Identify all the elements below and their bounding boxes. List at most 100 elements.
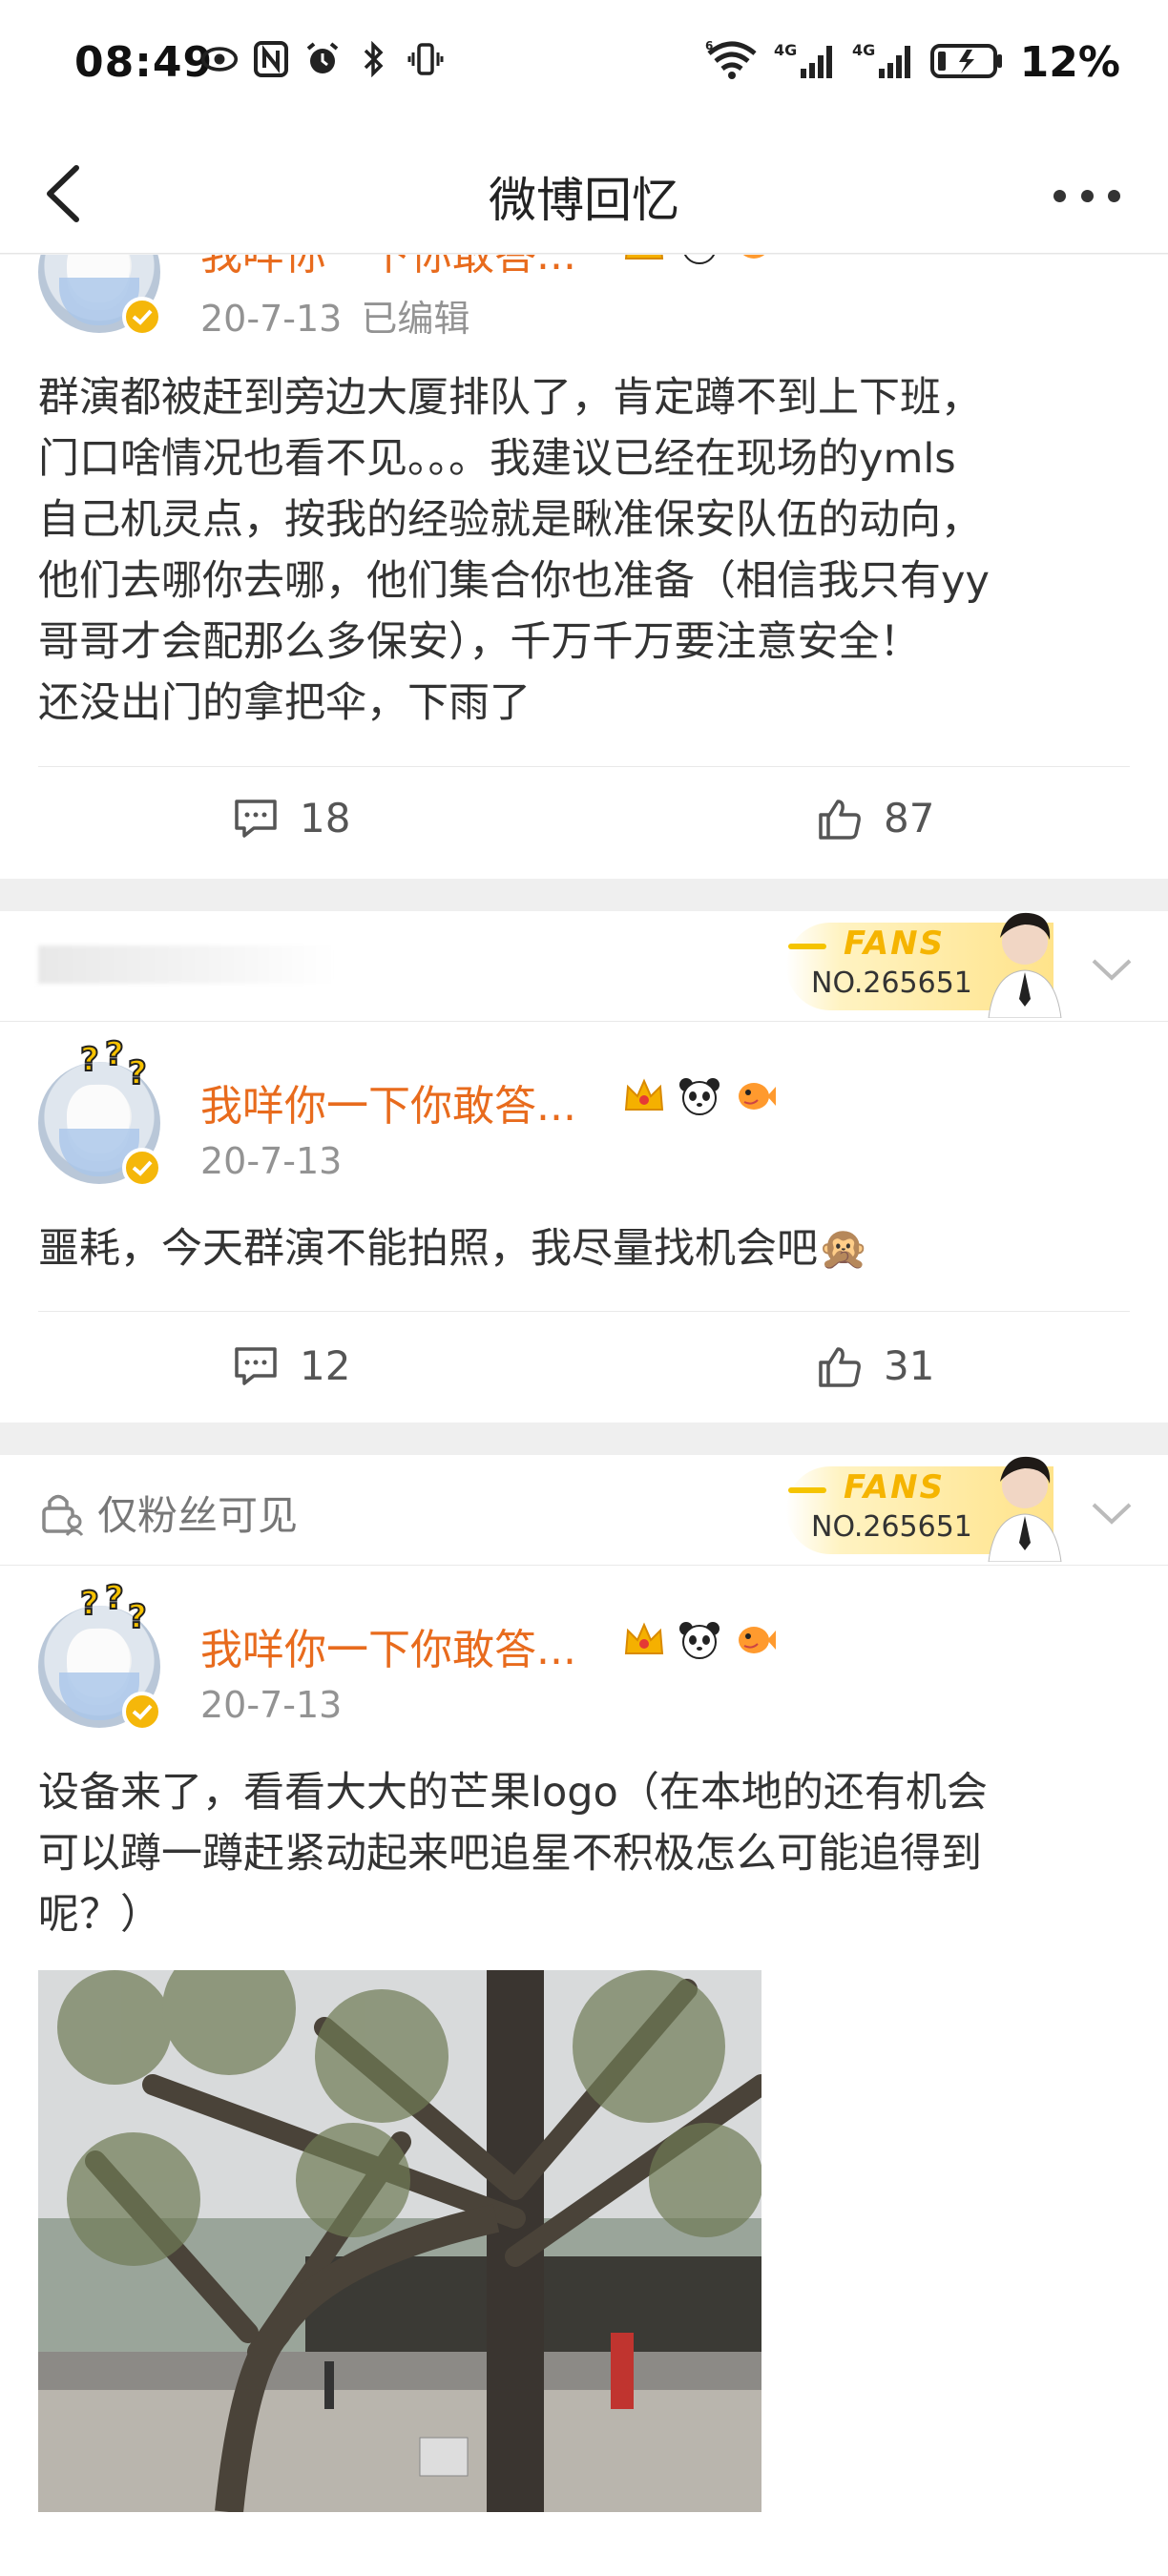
post-date: 20-7-13 — [200, 1140, 343, 1182]
text-line: 可以蹲一蹲赶紧动起来吧追星不积极怎么可能追得到 — [38, 1830, 982, 1878]
svg-text:4G: 4G — [852, 41, 875, 59]
post-date: 20-7-13 — [200, 1684, 343, 1726]
privacy-text: 仅粉丝可见 — [97, 1492, 299, 1539]
panda-icon — [676, 1075, 723, 1117]
question-mark-icon: ? — [104, 1034, 125, 1074]
vibrate-icon — [407, 40, 445, 78]
like-count: 31 — [884, 1342, 935, 1389]
like-count: 87 — [884, 795, 935, 841]
fish-icon — [731, 255, 779, 266]
fans-word: FANS — [844, 1468, 946, 1506]
text-line: 群演都被赶到旁边大厦排队了，肯定蹲不到上下班， — [38, 374, 982, 422]
divider — [38, 1311, 1130, 1312]
post-card-2[interactable]: ? ? ? 我咩你一下你敢答... 20-7-13 噩耗，今天群演不能拍照，我尽… — [0, 1022, 1168, 1423]
fish-icon — [731, 1619, 779, 1661]
post-photo[interactable] — [38, 1970, 761, 2512]
verified-badge-icon — [122, 297, 162, 337]
comment-icon — [235, 1346, 277, 1385]
status-icons-right: 6 4G 4G 12% — [705, 38, 1120, 87]
bluetooth-icon — [355, 40, 393, 78]
fish-icon — [731, 1075, 779, 1117]
panda-icon — [676, 255, 723, 266]
eye-icon — [200, 40, 239, 78]
page-title: 微博回忆 — [489, 173, 679, 228]
privacy-label: 仅粉丝可见 — [38, 1484, 298, 1542]
panda-icon — [676, 1619, 723, 1661]
post-time: 20-7-13 已编辑 — [200, 289, 469, 342]
edited-label: 已编辑 — [361, 298, 470, 340]
lock-person-icon — [42, 1494, 84, 1536]
fans-word: FANS — [844, 924, 946, 963]
more-button[interactable] — [1053, 181, 1120, 210]
more-dot — [1108, 189, 1120, 202]
post-time: 20-7-13 — [200, 1684, 342, 1726]
fans-person-icon — [988, 1456, 1062, 1562]
wifi-icon: 6 — [705, 39, 759, 86]
post-time: 20-7-13 — [200, 1140, 342, 1182]
thumbs-up-icon — [819, 799, 861, 840]
more-dot — [1080, 189, 1094, 202]
comment-button[interactable]: 12 — [233, 1342, 350, 1389]
more-dot — [1053, 189, 1066, 202]
username[interactable]: 我咩你一下你敢答... — [200, 1071, 576, 1132]
crown-icon — [620, 1619, 668, 1661]
question-mark-icon: ? — [79, 1584, 100, 1624]
fans-dash — [788, 944, 826, 949]
comment-count: 18 — [300, 795, 351, 841]
post-text: 设备来了，看看大大的芒果logo（在本地的还有机会 可以蹲一蹲赶紧动起来吧追星不… — [38, 1762, 1136, 1945]
fans-dash — [788, 1487, 826, 1493]
like-button[interactable]: 31 — [817, 1342, 934, 1389]
post-header-strip: 仅粉丝可见 FANS NO.265651 — [0, 1455, 1168, 1566]
nav-bar: 微博回忆 — [0, 134, 1168, 254]
text-line: 还没出门的拿把伞，下雨了 — [38, 679, 531, 727]
post-date: 20-7-13 — [200, 298, 343, 340]
comment-icon — [235, 799, 277, 838]
question-mark-icon: ? — [79, 1040, 100, 1080]
verified-badge-icon — [122, 1692, 162, 1732]
username[interactable]: 我咩你一下你敢答... — [200, 1615, 576, 1676]
alarm-icon — [303, 40, 342, 78]
svg-text:4G: 4G — [774, 41, 797, 59]
username[interactable]: 我咩你一下你敢答... — [200, 255, 576, 281]
fans-badge[interactable]: FANS NO.265651 — [767, 911, 1073, 1018]
text-line: 呢？） — [38, 1891, 161, 1939]
svg-text:6: 6 — [705, 40, 713, 52]
question-mark-icon: ? — [127, 1597, 148, 1637]
post-text: 噩耗，今天群演不能拍照，我尽量找机会吧🙊 — [38, 1218, 1136, 1279]
blurred-label — [38, 945, 334, 984]
status-icons-left — [200, 40, 445, 78]
text-line: 自己机灵点，按我的经验就是瞅准保安队伍的动向， — [38, 496, 982, 544]
signal-icon-1: 4G — [774, 40, 837, 86]
comment-count: 12 — [300, 1342, 351, 1389]
like-button[interactable]: 87 — [817, 795, 934, 841]
status-bar: 08:49 6 4G 4G 12% — [0, 0, 1168, 134]
divider — [38, 766, 1130, 767]
text-line: 噩耗，今天群演不能拍照，我尽量找机会吧🙊 — [38, 1225, 869, 1273]
question-mark-icon: ? — [127, 1053, 148, 1093]
avatar[interactable]: ? ? ? — [38, 1034, 162, 1188]
text-line: 他们去哪你去哪，他们集合你也准备（相信我只有yy — [38, 557, 990, 605]
post-card-1[interactable]: 我咩你一下你敢答... 20-7-13 已编辑 群演都被赶到旁边大厦排队了，肯定蹲… — [0, 255, 1168, 879]
thumbs-up-icon — [819, 1346, 861, 1387]
battery-icon — [929, 42, 1005, 84]
user-badges — [620, 255, 779, 266]
photo-scene — [38, 1970, 761, 2512]
comment-button[interactable]: 18 — [233, 795, 350, 841]
chevron-down-icon[interactable] — [1088, 1487, 1136, 1535]
post-header-strip: FANS NO.265651 — [0, 911, 1168, 1022]
crown-icon — [620, 255, 668, 266]
chevron-down-icon[interactable] — [1088, 944, 1136, 991]
avatar[interactable] — [38, 255, 162, 337]
nfc-icon — [252, 40, 290, 78]
text-line: 门口啥情况也看不见。。。我建议已经在现场的ymls — [38, 435, 956, 483]
status-time: 08:49 — [74, 38, 214, 87]
fans-person-icon — [988, 912, 1062, 1018]
text-line: 设备来了，看看大大的芒果logo（在本地的还有机会 — [38, 1769, 988, 1817]
fans-number: NO.265651 — [811, 1510, 972, 1544]
question-mark-icon: ? — [104, 1578, 125, 1618]
avatar[interactable]: ? ? ? — [38, 1578, 162, 1732]
post-card-3[interactable]: ? ? ? 我咩你一下你敢答... 20-7-13 设备来了，看看大大的芒果lo… — [0, 1566, 1168, 2576]
fans-badge[interactable]: FANS NO.265651 — [767, 1455, 1073, 1562]
crown-icon — [620, 1075, 668, 1117]
signal-icon-2: 4G — [852, 40, 915, 86]
